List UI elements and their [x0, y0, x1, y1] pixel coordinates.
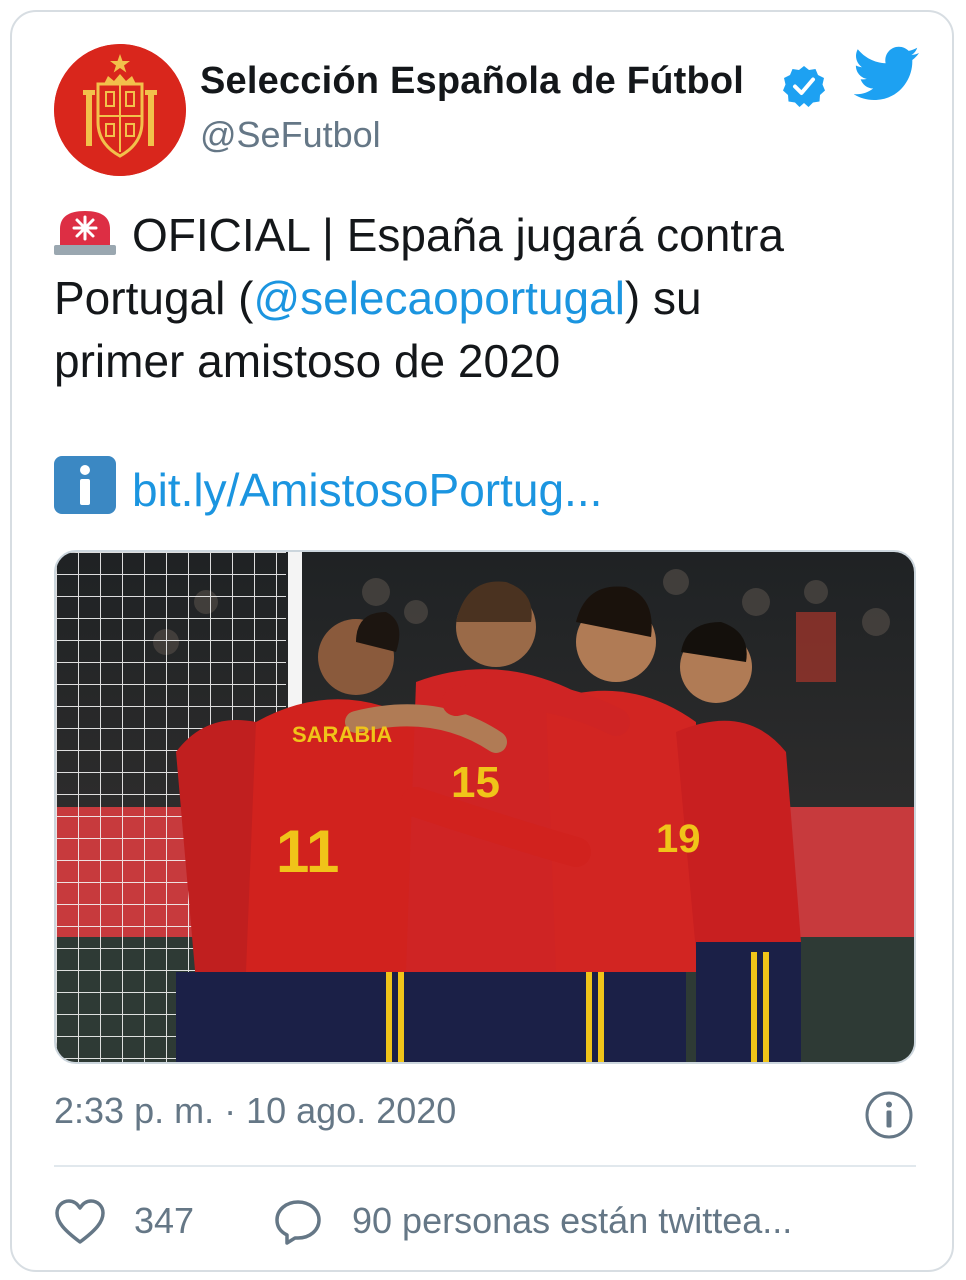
tweet-photo[interactable]: 11 15 19 SARABIA: [54, 550, 916, 1064]
svg-text:15: 15: [451, 758, 500, 807]
tweet-text: OFICIAL | España jugará contra Portugal …: [54, 204, 924, 522]
tweet-line-2-end: ) su: [624, 272, 702, 324]
short-url-link[interactable]: bit.ly/AmistosoPortug...: [132, 464, 602, 516]
tweet-line-2-start: Portugal (: [54, 272, 254, 324]
twitter-bird-icon[interactable]: [854, 46, 920, 102]
svg-text:19: 19: [656, 817, 701, 861]
divider: [54, 1165, 916, 1167]
mention-link[interactable]: @selecaoportugal: [253, 272, 624, 324]
display-name[interactable]: Selección Española de Fútbol: [200, 60, 744, 103]
tweet-line-1-text: OFICIAL | España jugará contra: [132, 209, 785, 261]
tweet-link-line: bit.ly/AmistosoPortug...: [54, 456, 924, 522]
svg-text:11: 11: [276, 818, 339, 885]
avatar[interactable]: [54, 44, 186, 176]
handle[interactable]: @SeFutbol: [200, 114, 381, 156]
like-count[interactable]: 347: [134, 1200, 194, 1242]
spain-crest-icon: [54, 44, 186, 176]
tweet-line-3: primer amistoso de 2020: [54, 335, 561, 387]
tweet-card: Selección Española de Fútbol @SeFutbol O…: [10, 10, 954, 1272]
tweet-timestamp[interactable]: 2:33 p. m. · 10 ago. 2020: [54, 1090, 456, 1132]
rotating-light-emoji-icon: [54, 211, 116, 255]
people-tweeting-count[interactable]: 90 personas están twittea...: [352, 1200, 792, 1242]
speech-bubble-icon[interactable]: [274, 1198, 322, 1246]
tweet-line-2: Portugal (@selecaoportugal) su: [54, 267, 924, 330]
players-celebrating-photo: 11 15 19 SARABIA: [56, 552, 914, 1062]
information-emoji-icon: [54, 456, 116, 514]
svg-text:SARABIA: SARABIA: [292, 722, 392, 747]
tweet-line-1: OFICIAL | España jugará contra: [54, 204, 924, 267]
info-circle-icon[interactable]: [864, 1090, 914, 1140]
verified-badge-icon: [783, 66, 825, 107]
heart-icon[interactable]: [54, 1198, 106, 1246]
